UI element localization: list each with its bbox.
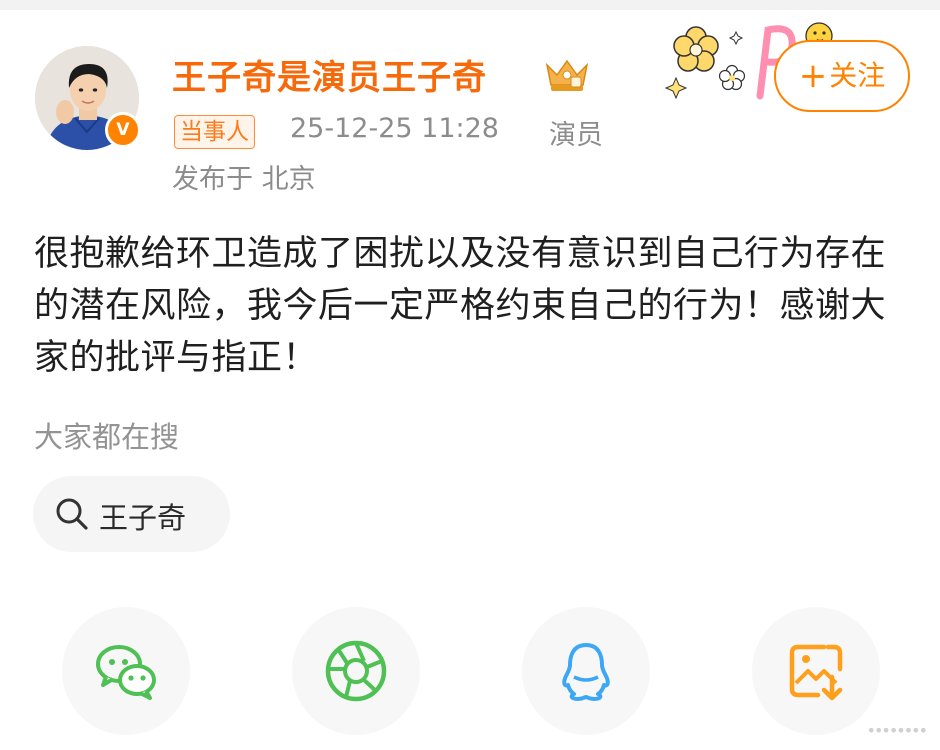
top-divider	[0, 0, 940, 10]
post-content: 很抱歉给环卫造成了困扰以及没有意识到自己行为存在的潜在风险，我今后一定严格约束自…	[34, 234, 887, 378]
plus-icon: +	[798, 56, 828, 96]
follow-label: 关注	[829, 59, 886, 92]
share-moments-button[interactable]	[292, 607, 420, 735]
save-image-button[interactable]	[752, 607, 880, 735]
search-section-title: 大家都在搜	[34, 420, 180, 454]
search-chip[interactable]: 王子奇	[33, 476, 230, 552]
qq-icon	[562, 643, 610, 701]
follow-button[interactable]: +关注	[774, 40, 910, 112]
share-qq-button[interactable]	[522, 607, 650, 735]
search-icon	[56, 498, 88, 530]
author-role: 演员	[549, 120, 603, 151]
moments-icon	[325, 640, 387, 702]
search-chip-label: 王子奇	[99, 501, 187, 535]
author-name[interactable]: 王子奇是演员王子奇	[172, 50, 487, 99]
save-image-icon	[789, 644, 843, 701]
share-wechat-button[interactable]	[62, 607, 190, 735]
avatar-container[interactable]: V	[35, 46, 141, 150]
wechat-icon	[96, 645, 156, 700]
more-dots-icon: ••••••••	[866, 721, 928, 740]
party-tag: 当事人	[174, 115, 255, 149]
post-timestamp: 25-12-25 11:28	[290, 113, 499, 144]
weibo-post-page: V 王子奇是演员王子奇 当事人 25-12-25 11:28 演员 发布于 北京	[0, 0, 940, 750]
crown-icon	[545, 59, 589, 91]
verified-badge-icon: V	[105, 112, 141, 148]
post-location: 发布于 北京	[172, 164, 316, 195]
